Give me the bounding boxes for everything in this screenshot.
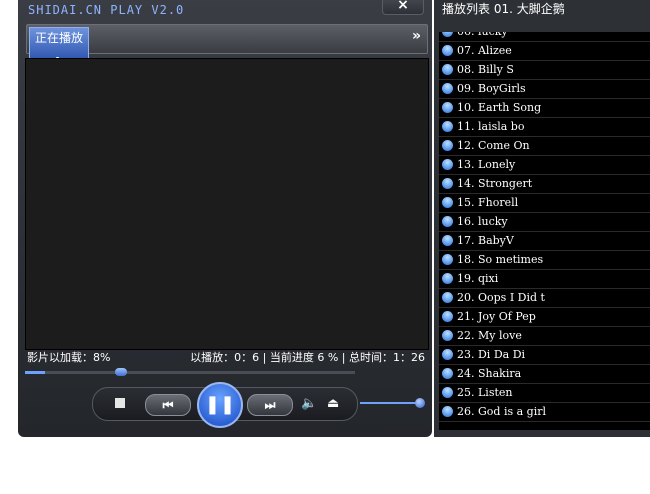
progress-fill <box>25 371 45 374</box>
track-title: 15. Fhorell <box>457 196 519 209</box>
track-bullet-icon <box>442 311 453 322</box>
list-item[interactable]: 14. Strongert <box>439 174 650 194</box>
list-item[interactable]: 18. So metimes <box>439 250 650 270</box>
track-bullet-icon <box>442 406 453 417</box>
stop-button[interactable] <box>115 398 125 408</box>
volume-track <box>360 402 420 404</box>
track-bullet-icon <box>442 102 453 113</box>
list-item[interactable]: 11. laisla bo <box>439 117 650 137</box>
close-button[interactable]: × <box>382 0 424 15</box>
track-title: 06. lucky <box>457 32 508 41</box>
track-bullet-icon <box>442 235 453 246</box>
list-item[interactable]: 19. qixi <box>439 269 650 289</box>
track-bullet-icon <box>442 254 453 265</box>
speaker-icon[interactable]: 🔈 <box>301 396 317 411</box>
list-item[interactable]: 13. Lonely <box>439 155 650 175</box>
list-item[interactable]: 07. Alizee <box>439 41 650 61</box>
list-item[interactable]: 09. BoyGirls <box>439 79 650 99</box>
tab-bar: 正在播放 ▾ » <box>26 24 428 62</box>
track-title: 07. Alizee <box>457 44 512 57</box>
expand-playlist-button[interactable]: » <box>412 28 421 44</box>
load-status: 影片以加载：8% <box>27 351 111 364</box>
list-item[interactable]: 23. Di Da Di <box>439 345 650 365</box>
track-bullet-icon <box>442 178 453 189</box>
list-item[interactable]: 10. Earth Song <box>439 98 650 118</box>
list-item[interactable]: 22. My love <box>439 326 650 346</box>
track-title: 12. Come On <box>457 139 530 152</box>
track-title: 24. Shakira <box>457 367 522 380</box>
track-title: 13. Lonely <box>457 158 516 171</box>
video-area[interactable] <box>25 58 429 350</box>
track-bullet-icon <box>442 349 453 360</box>
track-title: 20. Oops I Did t <box>457 291 545 304</box>
track-title: 14. Strongert <box>457 177 533 190</box>
progress-slider[interactable] <box>25 368 427 376</box>
list-item[interactable]: 12. Come On <box>439 136 650 156</box>
volume-knob[interactable] <box>415 398 426 408</box>
list-item[interactable]: 21. Joy Of Pep <box>439 307 650 327</box>
title-bar[interactable]: SHIDAI.CN PLAY V2.0 × <box>18 0 432 20</box>
playlist-list[interactable]: 06. lucky 07. Alizee 08. Billy S 09. BoyGir… <box>439 32 650 430</box>
track-title: 08. Billy S <box>457 63 514 76</box>
progress-track <box>25 371 355 374</box>
track-title: 09. BoyGirls <box>457 82 526 95</box>
list-item[interactable]: 24. Shakira <box>439 364 650 384</box>
track-bullet-icon <box>442 64 453 75</box>
track-title: 16. lucky <box>457 215 508 228</box>
list-item[interactable]: 17. BabyV <box>439 231 650 251</box>
track-bullet-icon <box>442 32 453 37</box>
app-logo: SHIDAI.CN PLAY V2.0 <box>28 3 185 17</box>
list-item[interactable]: 16. lucky <box>439 212 650 232</box>
track-title: 19. qixi <box>457 272 499 285</box>
progress-knob[interactable] <box>114 368 127 376</box>
tab-now-playing-label: 正在播放 <box>34 31 83 45</box>
list-item[interactable]: 08. Billy S <box>439 60 650 80</box>
playlist-panel: 播放列表 01. 大脚企鹅 06. lucky 07. Alizee 08. Bil… <box>434 0 650 437</box>
track-bullet-icon <box>442 45 453 56</box>
track-bullet-icon <box>442 330 453 341</box>
track-bullet-icon <box>442 368 453 379</box>
list-item[interactable]: 20. Oops I Did t <box>439 288 650 308</box>
track-title: 22. My love <box>457 329 522 342</box>
eject-icon[interactable]: ⏏ <box>327 396 339 411</box>
list-item[interactable]: 15. Fhorell <box>439 193 650 213</box>
track-bullet-icon <box>442 140 453 151</box>
player-window: SHIDAI.CN PLAY V2.0 × 正在播放 ▾ » 影片以加载：8% … <box>18 0 432 437</box>
track-bullet-icon <box>442 292 453 303</box>
play-time-status: 以播放：0：6 | 当前进度 6 % | 总时间：1：26 <box>190 351 425 364</box>
track-title: 21. Joy Of Pep <box>457 310 536 323</box>
previous-button[interactable]: ⏮ <box>145 394 191 416</box>
control-bar: ⏮ ❚❚ ⏭ 🔈 ⏏ <box>92 382 358 428</box>
volume-slider[interactable] <box>360 398 428 408</box>
track-bullet-icon <box>442 387 453 398</box>
track-bullet-icon <box>442 159 453 170</box>
tab-now-playing[interactable]: 正在播放 ▾ <box>29 27 89 62</box>
track-bullet-icon <box>442 121 453 132</box>
next-button[interactable]: ⏭ <box>247 394 293 416</box>
track-title: 17. BabyV <box>457 234 514 247</box>
track-title: 18. So metimes <box>457 253 544 266</box>
track-title: 23. Di Da Di <box>457 348 526 361</box>
track-title: 26. God is a girl <box>457 405 546 418</box>
track-bullet-icon <box>442 216 453 227</box>
list-item[interactable]: 25. Listen <box>439 383 650 403</box>
track-bullet-icon <box>442 83 453 94</box>
track-bullet-icon <box>442 273 453 284</box>
track-title: 11. laisla bo <box>457 120 525 133</box>
track-bullet-icon <box>442 197 453 208</box>
track-title: 10. Earth Song <box>457 101 542 114</box>
list-item[interactable]: 26. God is a girl <box>439 402 650 422</box>
playlist-title: 播放列表 01. 大脚企鹅 <box>442 2 565 16</box>
status-bar: 影片以加载：8% 以播放：0：6 | 当前进度 6 % | 总时间：1：26 <box>25 350 427 366</box>
pause-button[interactable]: ❚❚ <box>197 382 243 428</box>
track-title: 25. Listen <box>457 386 513 399</box>
